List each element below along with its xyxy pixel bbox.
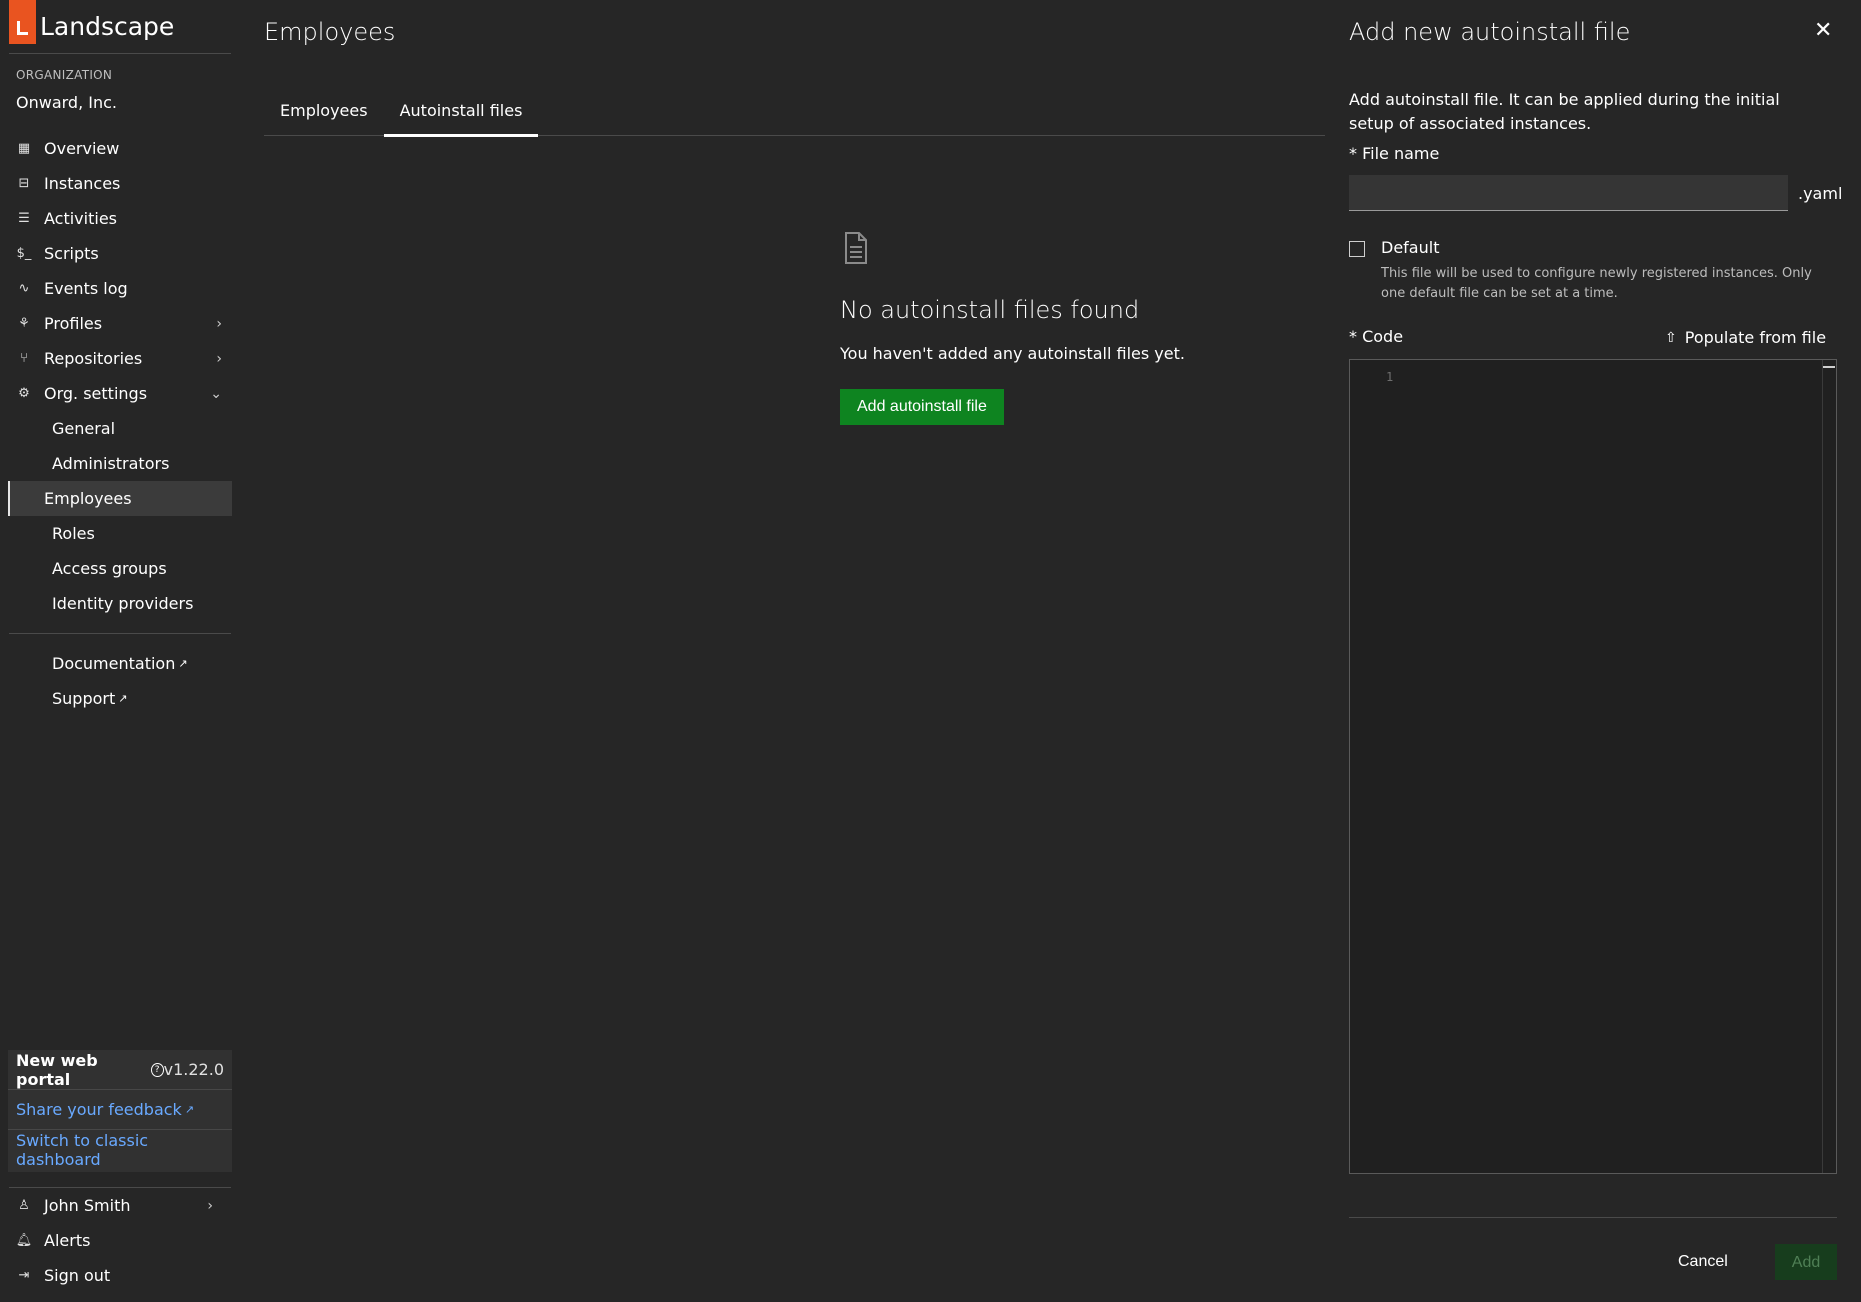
external-link-icon: ↗ — [118, 692, 128, 705]
scrollbar-thumb[interactable] — [1823, 366, 1835, 368]
user-name: John Smith — [44, 1196, 131, 1215]
landscape-logo-icon — [9, 0, 36, 44]
list-icon: ☰ — [18, 211, 30, 226]
nav-item-activities[interactable]: ☰ Activities — [0, 201, 240, 236]
nav-label: Org. settings — [44, 384, 148, 403]
close-icon[interactable]: ✕ — [1814, 18, 1832, 43]
empty-subtitle: You haven't added any autoinstall files … — [840, 344, 1185, 363]
nav-label: Overview — [44, 139, 120, 158]
pulse-icon: ∿ — [18, 281, 30, 296]
empty-title: No autoinstall files found — [840, 296, 1140, 324]
tab-autoinstall-files[interactable]: Autoinstall files — [383, 96, 539, 137]
grid-icon: ▦ — [17, 141, 31, 156]
upload-icon: ⇧ — [1665, 329, 1677, 346]
sub-item-access-groups[interactable]: Access groups — [8, 551, 232, 586]
empty-state: No autoinstall files found You haven't a… — [840, 232, 1260, 425]
signout-label: Sign out — [44, 1266, 111, 1285]
sidebar: Landscape ORGANIZATION Onward, Inc. ▦ Ov… — [0, 0, 240, 1302]
link-documentation[interactable]: Documentation ↗ — [8, 646, 232, 681]
cluster-icon: ⚘ — [18, 316, 30, 331]
portal-box: New web portal ? v1.22.0 Share your feed… — [8, 1050, 232, 1172]
nav-item-profiles[interactable]: ⚘ Profiles › — [0, 306, 240, 341]
alerts-label: Alerts — [44, 1231, 91, 1250]
switch-classic-link[interactable]: Switch to classic dashboard — [8, 1130, 232, 1170]
external-link-icon: ↗ — [178, 657, 188, 670]
nav-label: Events log — [44, 279, 128, 298]
sub-item-employees[interactable]: Employees — [8, 481, 232, 516]
page-title: Employees — [264, 18, 396, 46]
gear-icon: ⚙ — [18, 386, 30, 401]
chevron-right-icon: › — [216, 316, 222, 332]
link-support[interactable]: Support ↗ — [8, 681, 232, 716]
sub-item-roles[interactable]: Roles — [8, 516, 232, 551]
nav-item-overview[interactable]: ▦ Overview — [0, 131, 240, 166]
nav-item-sign-out[interactable]: ⇥ Sign out — [9, 1258, 231, 1293]
code-editor[interactable]: 1 — [1349, 359, 1837, 1174]
terminal-icon: $_ — [16, 246, 32, 261]
drawer-description: Add autoinstall file. It can be applied … — [1349, 90, 1780, 133]
drawer-title: Add new autoinstall file — [1349, 18, 1631, 46]
document-icon — [845, 232, 867, 264]
add-file-drawer: Add new autoinstall file ✕ Add autoinsta… — [1325, 0, 1861, 1302]
branch-icon: ⑂ — [20, 351, 28, 366]
default-help-text: This file will be used to configure newl… — [1381, 266, 1812, 301]
chevron-right-icon: › — [216, 351, 222, 367]
yaml-suffix: .yaml — [1798, 184, 1843, 203]
nav-item-instances[interactable]: ⊟ Instances — [0, 166, 240, 201]
sub-item-administrators[interactable]: Administrators — [8, 446, 232, 481]
server-icon: ⊟ — [18, 176, 30, 191]
chevron-right-icon: › — [207, 1198, 213, 1214]
brand[interactable]: Landscape — [9, 0, 231, 54]
sub-item-general[interactable]: General — [8, 411, 232, 446]
nav-label: Repositories — [44, 349, 143, 368]
file-name-label: * File name — [1349, 144, 1440, 163]
nav-label: Profiles — [44, 314, 103, 333]
link-label: Support — [52, 689, 116, 708]
nav-item-scripts[interactable]: $_ Scripts — [0, 236, 240, 271]
nav-label: Instances — [44, 174, 121, 193]
org-name[interactable]: Onward, Inc. — [16, 93, 117, 112]
sub-item-identity-providers[interactable]: Identity providers — [8, 586, 232, 621]
tabs: Employees Autoinstall files — [264, 96, 1326, 137]
tab-employees[interactable]: Employees — [264, 96, 384, 136]
account-nav: ♙ John Smith › 🔔︎ Alerts ⇥ Sign out — [9, 1187, 231, 1293]
main-nav: ▦ Overview ⊟ Instances ☰ Activities $_ S… — [0, 131, 240, 716]
nav-label: Scripts — [44, 244, 99, 263]
switch-label: Switch to classic dashboard — [16, 1131, 149, 1169]
chevron-down-icon: ⌄ — [210, 386, 222, 402]
default-label[interactable]: Default — [1381, 238, 1439, 257]
link-label: Documentation — [52, 654, 176, 673]
external-link-icon: ↗ — [184, 1103, 195, 1116]
nav-item-events-log[interactable]: ∿ Events log — [0, 271, 240, 306]
editor-scrollbar[interactable] — [1822, 360, 1836, 1173]
brand-name: Landscape — [40, 12, 175, 41]
nav-item-user[interactable]: ♙ John Smith › — [9, 1188, 231, 1223]
sign-out-icon: ⇥ — [18, 1268, 30, 1283]
org-label: ORGANIZATION — [16, 68, 113, 82]
portal-title: New web portal — [16, 1050, 98, 1089]
footer-divider — [1349, 1217, 1837, 1218]
user-icon: ♙ — [18, 1198, 30, 1213]
feedback-label: Share your feedback — [16, 1100, 182, 1119]
populate-label: Populate from file — [1684, 328, 1827, 347]
feedback-link[interactable]: Share your feedback ↗ — [8, 1090, 232, 1130]
add-autoinstall-file-button[interactable]: Add autoinstall file — [840, 389, 1004, 425]
version-label: v1.22.0 — [163, 1060, 224, 1079]
add-button[interactable]: Add — [1775, 1244, 1837, 1280]
file-name-input[interactable] — [1349, 175, 1788, 211]
main-content: Employees Employees Autoinstall files No… — [240, 0, 1326, 1302]
nav-item-repositories[interactable]: ⑂ Repositories › — [0, 341, 240, 376]
default-checkbox[interactable] — [1349, 241, 1365, 257]
nav-item-org-settings[interactable]: ⚙ Org. settings ⌄ — [0, 376, 240, 411]
nav-item-alerts[interactable]: 🔔︎ Alerts — [9, 1223, 231, 1258]
code-label: * Code — [1349, 327, 1404, 346]
help-icon[interactable]: ? — [150, 1062, 164, 1077]
nav-divider — [9, 633, 231, 634]
cancel-button[interactable]: Cancel — [1668, 1244, 1738, 1280]
line-number: 1 — [1386, 370, 1394, 384]
portal-header: New web portal ? v1.22.0 — [8, 1050, 232, 1090]
bell-icon: 🔔︎ — [15, 1233, 33, 1248]
nav-label: Activities — [44, 209, 117, 228]
populate-from-file-button[interactable]: ⇧ Populate from file — [1665, 328, 1826, 347]
